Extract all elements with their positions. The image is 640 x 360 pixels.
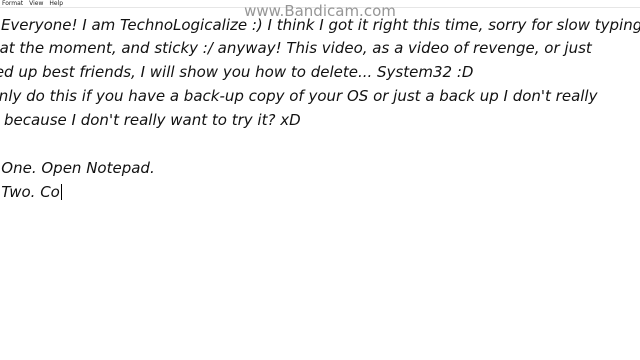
- text-line: o Everyone! I am TechnoLogicalize :) I t…: [0, 16, 640, 34]
- text-line: Only do this if you have a back-up copy …: [0, 87, 598, 105]
- text-caret: [60, 184, 62, 200]
- text-line: w because I don't really want to try it?…: [0, 111, 301, 129]
- menu-bar: Format View Help: [0, 0, 640, 7]
- text-line-current: p Two. Co: [0, 183, 62, 201]
- menu-help[interactable]: Help: [46, 0, 66, 7]
- text-line: p One. Open Notepad.: [0, 159, 155, 177]
- text-line: sed up best friends, I will show you how…: [0, 63, 474, 81]
- text-editor-area[interactable]: o Everyone! I am TechnoLogicalize :) I t…: [0, 8, 640, 360]
- menu-format[interactable]: Format: [0, 0, 26, 7]
- current-line-text: p Two. Co: [1, 183, 60, 201]
- notepad-window: Format View Help o Everyone! I am Techno…: [0, 0, 640, 360]
- menu-view[interactable]: View: [26, 0, 46, 7]
- text-line: s at the moment, and sticky :/ anyway! T…: [0, 39, 592, 57]
